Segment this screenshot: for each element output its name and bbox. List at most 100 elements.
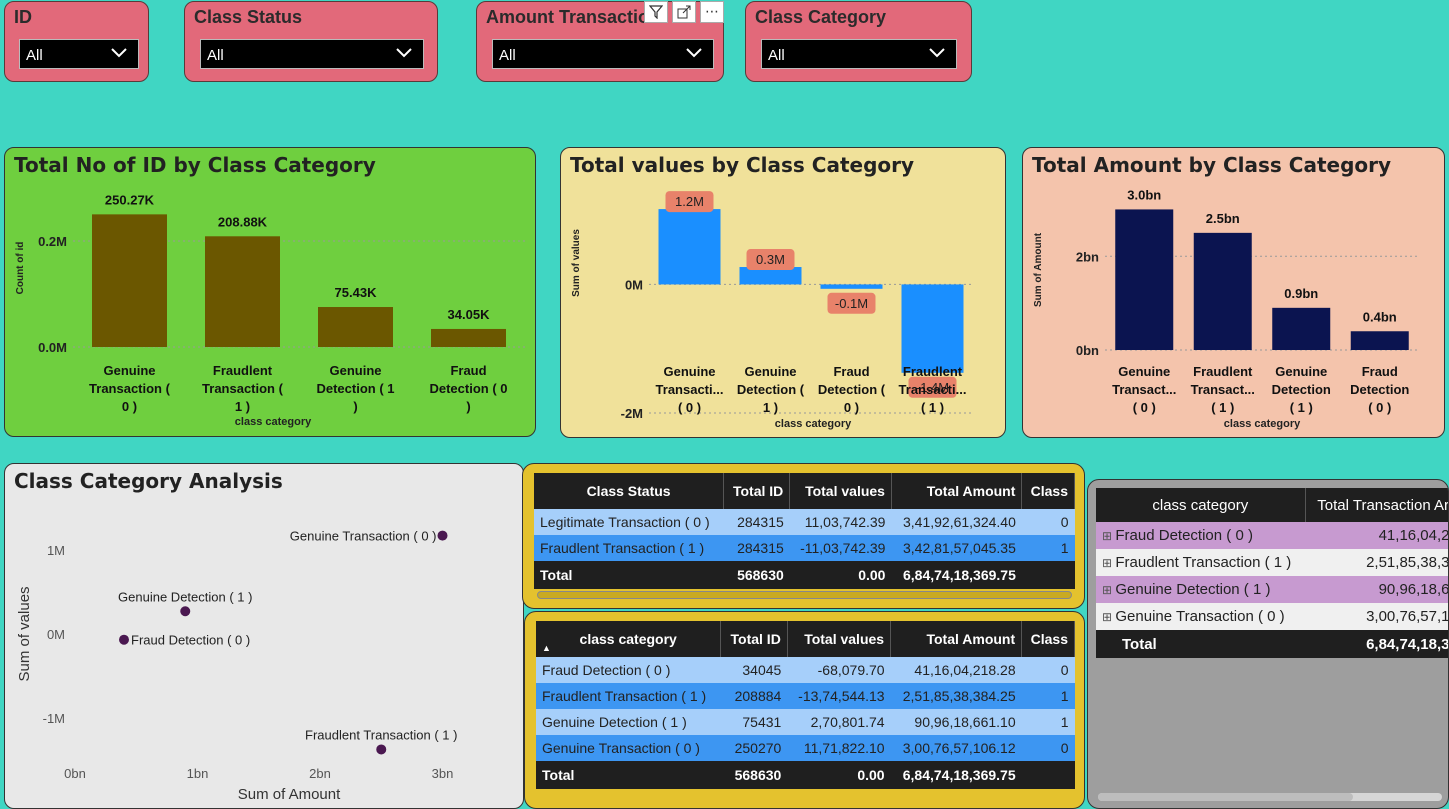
table-row[interactable]: ⊞ Genuine Detection ( 1 ) 90,96,18,6 [1096, 576, 1448, 603]
data-table: class category ▲ Total ID Total values Total… [536, 621, 1075, 789]
x-axis-label: class category [775, 418, 852, 430]
x-tick-label: ( 1 ) [921, 400, 944, 415]
table-cell: ⊞ Genuine Detection ( 1 ) [1096, 576, 1306, 603]
bar [318, 307, 393, 347]
column-header[interactable]: class category [1096, 488, 1306, 522]
table-row[interactable]: ⊞ Fraudlent Transaction ( 1 ) 2,51,85,38,… [1096, 549, 1448, 576]
y-axis-label: Sum of Amount [1033, 232, 1044, 307]
expand-icon[interactable]: ⊞ [1102, 610, 1115, 624]
table-cell: 284315 [723, 535, 790, 561]
x-tick-label: Genuine [663, 364, 715, 379]
column-header[interactable]: class category ▲ [536, 621, 722, 657]
matrix-table: class category Total Transaction Ar ⊞ Fra… [1096, 488, 1448, 658]
x-tick-label: 0 ) [844, 400, 859, 415]
x-tick-label: ( 1 ) [1211, 400, 1234, 415]
table-cell: ⊞ Fraudlent Transaction ( 1 ) [1096, 549, 1306, 576]
table-row[interactable]: ⊞ Fraud Detection ( 0 ) 41,16,04,2 [1096, 522, 1448, 549]
x-tick-label: ( 0 ) [1133, 400, 1156, 415]
column-header[interactable]: Total ID [720, 621, 788, 657]
table-row[interactable]: Genuine Detection ( 1 ) 75431 2,70,801.74 9… [536, 709, 1075, 735]
bar [431, 328, 506, 347]
table-cell: Fraud Detection ( 0 ) [536, 657, 721, 683]
expand-icon[interactable]: ⊞ [1102, 556, 1115, 570]
column-header[interactable]: Class [1021, 473, 1075, 509]
total-row: Total 568630 0.00 6,84,74,18,369.75 [534, 561, 1075, 589]
column-header[interactable]: Total Amount [891, 473, 1023, 509]
bar [658, 209, 721, 285]
x-tick-label: Detection [1350, 382, 1409, 397]
expand-icon[interactable]: ⊞ [1102, 583, 1115, 597]
slicer-title: Class Category [755, 7, 887, 27]
table-cell: -68,079.70 [787, 657, 891, 683]
x-tick-label: Transact... [1112, 382, 1176, 397]
chart-values-by-category[interactable]: Total values by Class Category 0M -2M Sum … [560, 147, 1006, 438]
x-tick-label: Genuine [744, 364, 796, 379]
expand-icon[interactable]: ⊞ [1102, 529, 1115, 543]
data-table: Class Status Total ID Total values Total Am… [534, 473, 1075, 589]
table-row[interactable]: Fraudlent Transaction ( 1 ) 284315 -11,03,… [534, 535, 1075, 561]
table-cell: Legitimate Transaction ( 0 ) [534, 509, 724, 535]
slicer-value: All [768, 47, 785, 64]
bar-chart: 0M -2M Sum of values class category 1.2M Genu… [571, 191, 973, 430]
table-cell: 1 [1021, 535, 1075, 561]
total-cell: 6,84,74,18,3 [1305, 630, 1448, 658]
more-options-icon[interactable]: ⋯ [700, 1, 724, 23]
chevron-down-icon [686, 48, 702, 58]
table-row[interactable]: Genuine Transaction ( 0 ) 250270 11,71,822… [536, 735, 1075, 761]
x-tick-label: ) [466, 399, 470, 414]
x-tick-label: Detection ( [737, 382, 805, 397]
column-header[interactable]: Class Status [534, 473, 725, 509]
filter-icon[interactable] [644, 1, 668, 23]
bar [205, 236, 280, 347]
column-header[interactable]: Total values [787, 621, 892, 657]
data-label: 75.43K [335, 285, 378, 300]
total-cell: 6,84,74,18,369.75 [891, 561, 1022, 589]
table-cell: 250270 [720, 735, 788, 761]
matrix-class-category: class category Total Transaction Ar ⊞ Fra… [1087, 479, 1449, 809]
table-row[interactable]: ⊞ Genuine Transaction ( 0 ) 3,00,76,57,1 [1096, 603, 1448, 630]
data-label: -0.1M [835, 296, 868, 311]
table-cell: 11,71,822.10 [787, 735, 891, 761]
column-header[interactable]: Total ID [723, 473, 791, 509]
total-cell: Total [534, 561, 724, 589]
chevron-down-icon [111, 48, 127, 58]
x-tick-label: 2bn [309, 766, 331, 781]
y-axis-label: Sum of values [16, 586, 33, 681]
x-tick-label: Fraudlent [903, 364, 963, 379]
chart-total-id-by-category[interactable]: Total No of ID by Class Category 0.2M 0.0… [4, 147, 536, 437]
table-row[interactable]: Fraud Detection ( 0 ) 34045 -68,079.70 41,1… [536, 657, 1075, 683]
data-label: 3.0bn [1127, 187, 1161, 202]
table-cell: -11,03,742.39 [789, 535, 892, 561]
data-label: 208.88K [218, 214, 268, 229]
y-tick-label: 0M [625, 277, 643, 292]
slicer-dropdown-id[interactable]: All [19, 39, 139, 69]
x-axis-label: class category [1224, 418, 1301, 430]
point-label: Fraud Detection ( 0 ) [131, 633, 250, 648]
table-cell: ⊞ Fraud Detection ( 0 ) [1096, 522, 1306, 549]
slicer-dropdown-amount-transaction[interactable]: All [492, 39, 714, 69]
total-cell: 568630 [723, 561, 790, 589]
y-tick-label: 1M [47, 543, 65, 558]
bar-chart: 0.2M 0.0M Count of id class category 250.27K… [15, 192, 525, 428]
table-row[interactable]: Fraudlent Transaction ( 1 ) 208884 -13,74,… [536, 683, 1075, 709]
focus-mode-icon[interactable] [672, 1, 696, 23]
x-tick-label: Transaction ( [202, 381, 284, 396]
column-header[interactable]: Total Transaction Ar [1305, 488, 1448, 522]
table-row[interactable]: Legitimate Transaction ( 0 ) 284315 11,03,… [534, 509, 1075, 535]
bar [820, 284, 883, 289]
slicer-dropdown-class-category[interactable]: All [761, 39, 957, 69]
chart-amount-by-category[interactable]: Total Amount by Class Category 2bn 0bn Sum… [1022, 147, 1445, 438]
total-cell: Total [536, 761, 721, 789]
slicer-dropdown-class-status[interactable]: All [200, 39, 424, 69]
horizontal-scrollbar[interactable] [537, 591, 1072, 599]
y-tick-label: -2M [621, 406, 643, 421]
x-tick-label: Genuine [103, 363, 155, 378]
column-header[interactable]: Total values [789, 473, 892, 509]
table-class-category: class category ▲ Total ID Total values Total… [524, 611, 1085, 809]
scrollbar-thumb[interactable] [1098, 793, 1353, 801]
column-header[interactable]: Total Amount [890, 621, 1023, 657]
slicer-value: All [499, 47, 516, 64]
chart-class-category-analysis[interactable]: Class Category Analysis 1M 0M -1M 0bn 1bn 2bn… [4, 463, 524, 809]
sort-ascending-icon[interactable]: ▲ [542, 643, 551, 653]
column-header[interactable]: Class [1021, 621, 1075, 657]
